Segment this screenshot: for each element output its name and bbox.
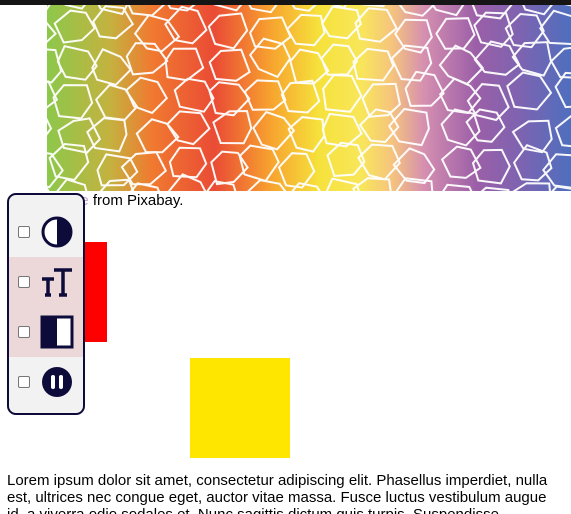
toolbar-option-contrast[interactable] — [9, 207, 83, 257]
body-line-3: id, a viverra odio sodales et. Nunc sagi… — [7, 506, 571, 514]
pause-animation-icon[interactable] — [40, 365, 74, 399]
yellow-block — [190, 358, 290, 458]
stained-glass-image — [47, 5, 571, 191]
invert-checkbox[interactable] — [18, 326, 30, 338]
toolbar-option-pause[interactable] — [9, 357, 83, 407]
accessibility-toolbar — [7, 193, 85, 415]
toolbar-option-text-size[interactable] — [9, 257, 83, 307]
body-line-1: Lorem ipsum dolor sit amet, consectetur … — [7, 472, 548, 489]
text-size-icon[interactable] — [40, 265, 74, 299]
text-size-checkbox[interactable] — [18, 276, 30, 288]
body-line-2: est, ultrices nec congue eget, auctor vi… — [7, 489, 547, 506]
contrast-icon[interactable] — [40, 215, 74, 249]
invert-colors-icon[interactable] — [40, 315, 74, 349]
pause-checkbox[interactable] — [18, 376, 30, 388]
body-paragraph: Lorem ipsum dolor sit amet, consectetur … — [7, 472, 571, 514]
contrast-checkbox[interactable] — [18, 226, 30, 238]
toolbar-option-invert[interactable] — [9, 307, 83, 357]
caption-text: from Pixabay. — [88, 192, 184, 209]
